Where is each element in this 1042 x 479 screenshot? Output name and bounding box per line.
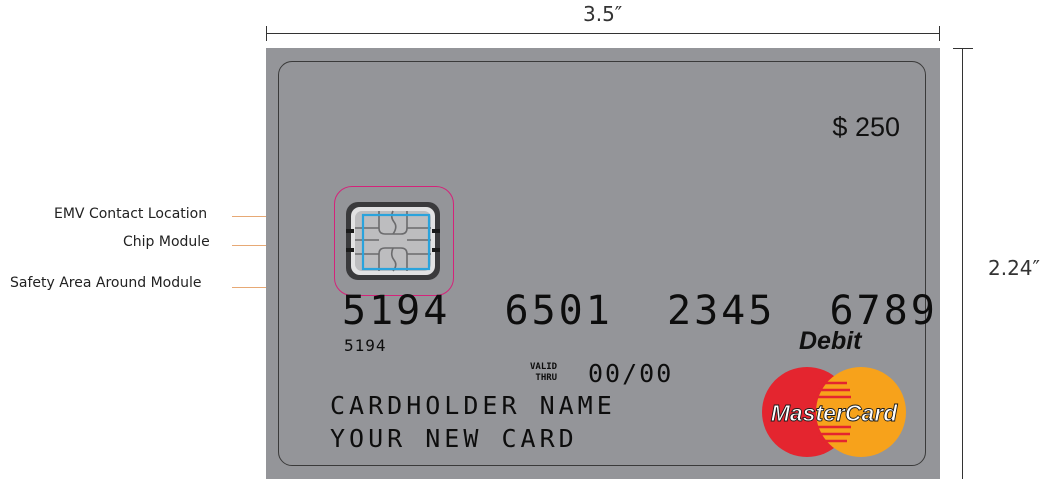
valid-thru-label: VALID THRU <box>530 362 557 384</box>
card-number-short: 5194 <box>344 336 387 355</box>
chip-module-icon <box>346 202 440 280</box>
mastercard-wordmark: MasterCard <box>771 400 898 426</box>
height-dimension-line <box>962 48 963 479</box>
mastercard-logo-icon: MasterCard <box>762 367 906 457</box>
callout-emv-contact-location: EMV Contact Location <box>54 206 208 222</box>
width-dimension-line <box>266 33 940 34</box>
cardholder-subtitle: YOUR NEW CARD <box>330 424 578 453</box>
valid-label-line2: THRU <box>535 373 558 383</box>
width-dimension-tick-left <box>266 26 267 41</box>
width-dimension-label: 3.5″ <box>583 2 623 26</box>
payment-card: $ 250 5194 6501 2345 6789 5194 VALID THRU… <box>266 48 940 479</box>
callout-chip-module: Chip Module <box>123 234 210 250</box>
cardholder-name: CARDHOLDER NAME <box>330 391 616 420</box>
width-dimension-tick-right <box>939 26 940 41</box>
card-amount: $ 250 <box>832 112 900 142</box>
card-type-label: Debit <box>799 327 862 355</box>
height-dimension-tick-top <box>953 48 973 49</box>
valid-label-line1: VALID <box>530 362 558 372</box>
expiry-date: 00/00 <box>588 359 674 388</box>
height-dimension-label: 2.24″ <box>988 256 1041 280</box>
callout-safety-area: Safety Area Around Module <box>10 275 202 291</box>
